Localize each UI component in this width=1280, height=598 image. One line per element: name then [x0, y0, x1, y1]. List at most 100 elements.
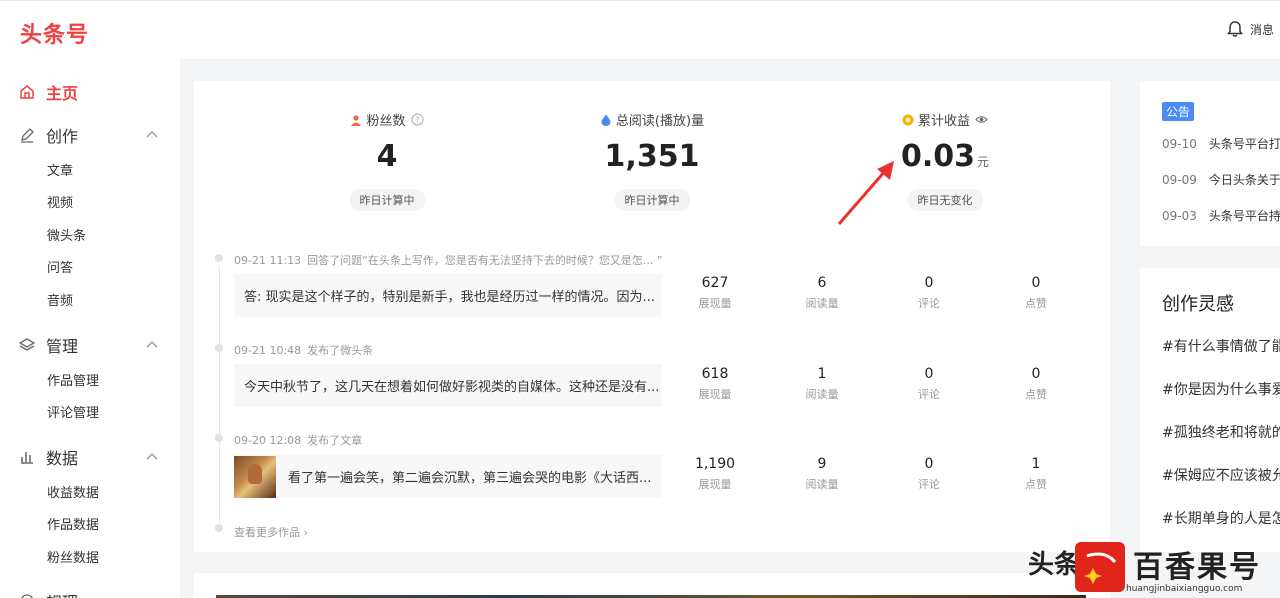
topic-item[interactable]: #孤独终老和将就的: [1162, 422, 1280, 442]
messages-label: 消息: [1250, 22, 1275, 37]
topic-item[interactable]: #你是因为什么事爱: [1162, 379, 1280, 399]
metric-value: 0: [924, 456, 934, 472]
watermark-logo-icon: [1075, 542, 1125, 592]
nav-works-manage[interactable]: 作品管理: [47, 370, 99, 389]
stat-fans-label: 粉丝数: [366, 114, 406, 129]
more-works-label: 查看更多作品: [234, 526, 300, 539]
feed-item-card[interactable]: 看了第一遍会笑，第二遍会沉默，第三遍会哭的电影《大话西...: [234, 455, 662, 498]
feed-item-meta: 09-20 12:08 发布了文章: [234, 432, 362, 448]
nav-income-data[interactable]: 收益数据: [47, 482, 99, 501]
nav-micro-post[interactable]: 微头条: [47, 225, 86, 244]
feed-text: 看了第一遍会笑，第二遍会沉默，第三遍会哭的电影《大话西...: [288, 471, 652, 486]
stat-reads-label: 总阅读(播放)量: [615, 114, 705, 129]
feed-item-card[interactable]: 答: 现实是这个样子的，特别是新手，我也是经历过一样的情况。因为...: [234, 274, 662, 317]
metric-likes: 0 点赞: [996, 275, 1076, 311]
feed-time: 09-21 10:48: [234, 344, 302, 357]
sidebar: 主页 创作 文章 视频 微头条 问答 音频 管理 作品管理 评论管理 数据 收益…: [0, 59, 180, 598]
notice-date: 09-03: [1162, 209, 1197, 223]
metric-likes: 0 点赞: [996, 366, 1076, 402]
metric-label: 展现量: [698, 478, 732, 491]
stat-income-unit: 元: [977, 155, 990, 169]
stat-reads-value: 1,351: [604, 139, 700, 174]
user-icon: [350, 114, 362, 126]
home-icon: [18, 83, 36, 101]
feed-item-card[interactable]: 今天中秋节了，这几天在想着如何做好影视类的自媒体。这种还是没有...: [234, 364, 662, 407]
nav-qa[interactable]: 问答: [47, 257, 73, 276]
nav-fans-data[interactable]: 粉丝数据: [47, 547, 99, 566]
feed-action[interactable]: 发布了微头条: [307, 344, 373, 357]
notice-item[interactable]: 09-09 今日头条关于: [1162, 171, 1280, 188]
metric-value: 1: [1031, 456, 1041, 472]
svg-text:?: ?: [415, 116, 419, 125]
feed-action[interactable]: 回答了问题“在头条上写作，您是否有无法坚持下去的时候？您又是怎... ”: [307, 254, 662, 267]
bell-icon: [1227, 21, 1243, 37]
notice-item[interactable]: 09-10 头条号平台打: [1162, 135, 1280, 152]
nav-comment-manage[interactable]: 评论管理: [47, 402, 99, 421]
metric-value: 0: [1031, 275, 1041, 291]
metric-label: 评论: [918, 478, 940, 491]
notice-panel: 公告 09-10 头条号平台打 09-09 今日头条关于 09-03 头条号平台持: [1140, 81, 1280, 246]
watermark: 头条 百香果号 huangjinbaixiangguo.com: [1028, 540, 1280, 598]
metric-comments: 0 评论: [889, 366, 969, 402]
metric-label: 展现量: [698, 388, 732, 401]
nav-more[interactable]: 规理: [18, 589, 78, 598]
feed-action[interactable]: 发布了文章: [307, 434, 362, 447]
pen-icon: [18, 126, 36, 144]
nav-works-data[interactable]: 作品数据: [47, 514, 99, 533]
site-logo[interactable]: 头条号: [20, 17, 89, 49]
drop-icon: [600, 114, 612, 126]
metric-comments: 0 评论: [889, 456, 969, 492]
chevron-up-icon[interactable]: [146, 339, 158, 351]
metric-reads: 1 阅读量: [782, 366, 862, 402]
topic-item[interactable]: #有什么事情做了能: [1162, 336, 1280, 356]
stat-fans: 粉丝数 ? 4 昨日计算中: [257, 81, 517, 211]
stat-fans-chip: 昨日计算中: [349, 189, 425, 211]
notice-date: 09-10: [1162, 137, 1197, 151]
metric-label: 点赞: [1025, 297, 1047, 310]
metric-reads: 9 阅读量: [782, 456, 862, 492]
metric-value: 9: [817, 456, 827, 472]
notice-date: 09-09: [1162, 173, 1197, 187]
nav-manage-label: 管理: [46, 337, 79, 356]
nav-home[interactable]: 主页: [18, 80, 78, 104]
stat-reads-chip: 昨日计算中: [614, 189, 690, 211]
metric-label: 点赞: [1025, 478, 1047, 491]
article-thumbnail: [234, 455, 276, 498]
timeline-line: [219, 266, 220, 523]
chevron-up-icon[interactable]: [146, 451, 158, 463]
chevron-right-icon: ›: [303, 526, 308, 539]
secondary-card: [194, 573, 1110, 598]
notice-badge: 公告: [1162, 102, 1195, 121]
notice-item[interactable]: 09-03 头条号平台持: [1162, 207, 1280, 224]
metric-label: 展现量: [698, 297, 732, 310]
feed-item-meta: 09-21 10:48 发布了微头条: [234, 342, 373, 358]
nav-audio[interactable]: 音频: [47, 290, 73, 309]
nav-data[interactable]: 数据: [18, 445, 78, 469]
stat-income-number: 0.03: [900, 139, 975, 174]
feed-text: 今天中秋节了，这几天在想着如何做好影视类的自媒体。这种还是没有...: [244, 380, 660, 395]
metric-reads: 6 阅读量: [782, 275, 862, 311]
timeline-dot: [215, 254, 223, 262]
metric-impressions: 1,190 展现量: [675, 456, 755, 492]
eye-icon[interactable]: [975, 113, 988, 126]
topic-item[interactable]: #保姆应不应该被允: [1162, 465, 1280, 485]
watermark-url: huangjinbaixiangguo.com: [1126, 584, 1243, 594]
more-works-link[interactable]: 查看更多作品 ›: [234, 524, 308, 540]
circle-icon: [18, 592, 36, 598]
nav-create[interactable]: 创作: [18, 123, 78, 147]
nav-manage[interactable]: 管理: [18, 333, 78, 357]
nav-article[interactable]: 文章: [47, 160, 73, 179]
feed-time: 09-21 11:13: [234, 254, 302, 267]
help-icon[interactable]: ?: [411, 113, 424, 126]
chevron-up-icon[interactable]: [146, 129, 158, 141]
inspiration-panel: 创作灵感 #有什么事情做了能 #你是因为什么事爱 #孤独终老和将就的 #保姆应不…: [1140, 268, 1280, 552]
nav-home-label: 主页: [46, 84, 79, 103]
metric-value: 627: [701, 275, 729, 291]
feed-text: 答: 现实是这个样子的，特别是新手，我也是经历过一样的情况。因为...: [244, 290, 655, 305]
metric-likes: 1 点赞: [996, 456, 1076, 492]
messages-link[interactable]: 消息: [1226, 20, 1274, 38]
metric-label: 评论: [918, 388, 940, 401]
topic-item[interactable]: #长期单身的人是怎: [1162, 508, 1280, 528]
nav-video[interactable]: 视频: [47, 192, 73, 211]
watermark-brand: 百香果号: [1133, 550, 1261, 585]
